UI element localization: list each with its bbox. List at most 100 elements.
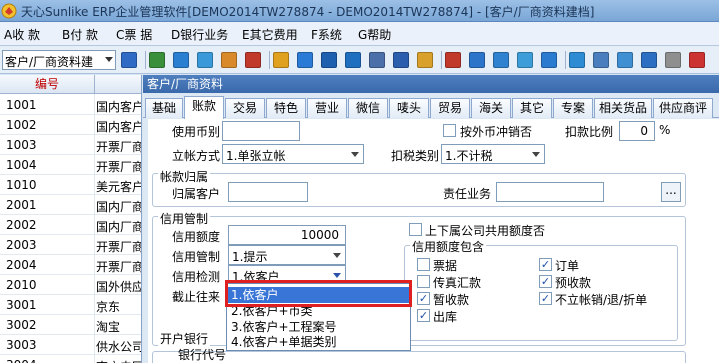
credit-include-label: 传真汇款 bbox=[433, 276, 482, 290]
list-item[interactable]: 2003 开票厂商 bbox=[0, 235, 142, 255]
column-header-code[interactable]: 编号 bbox=[0, 75, 95, 94]
list-item[interactable]: 3001 京东 bbox=[0, 295, 141, 315]
tab-9[interactable]: 其它 bbox=[512, 98, 552, 118]
credit-include-checkbox[interactable] bbox=[417, 258, 430, 271]
tab-10[interactable]: 专案 bbox=[553, 98, 593, 118]
chevron-down-icon[interactable] bbox=[532, 152, 540, 157]
list-item[interactable]: 3003 供水公司 bbox=[0, 335, 141, 355]
chevron-down-icon[interactable] bbox=[333, 273, 341, 278]
credit-limit-input[interactable]: 10000 bbox=[228, 225, 346, 245]
dropdown-option[interactable]: 4.依客户+单据类别 bbox=[228, 334, 409, 350]
tab-2[interactable]: 交易 bbox=[225, 98, 265, 118]
tab-12[interactable]: 供应商评 bbox=[653, 98, 713, 118]
list-item[interactable]: 1004 开票厂商 bbox=[0, 155, 142, 175]
tax-category-select[interactable]: 1.不计税 bbox=[441, 144, 545, 164]
list-item-code: 2002 bbox=[6, 218, 37, 232]
credit-include-checkbox[interactable]: ✓ bbox=[539, 292, 552, 305]
list-header: 编号 bbox=[0, 75, 141, 94]
clock-icon[interactable] bbox=[197, 52, 213, 68]
credit-include-checkbox[interactable]: ✓ bbox=[539, 258, 552, 271]
foreign-offset-checkbox[interactable] bbox=[443, 124, 456, 137]
chart-icon[interactable] bbox=[593, 52, 609, 68]
print-icon[interactable] bbox=[445, 52, 461, 68]
exit-icon[interactable] bbox=[689, 52, 705, 68]
info-icon[interactable] bbox=[321, 52, 337, 68]
list-icon[interactable] bbox=[517, 52, 533, 68]
tab-1[interactable]: 账款 bbox=[184, 96, 224, 119]
module-icon[interactable] bbox=[121, 52, 137, 68]
credit-include-checkbox[interactable]: ✓ bbox=[539, 275, 552, 288]
deduct-ratio-input[interactable]: 0 bbox=[619, 121, 655, 141]
users-icon[interactable] bbox=[273, 52, 289, 68]
cart-icon[interactable] bbox=[393, 52, 409, 68]
settings-icon[interactable] bbox=[569, 52, 585, 68]
list-item-name: 开票厂商 bbox=[96, 160, 142, 174]
chevron-down-icon[interactable] bbox=[351, 152, 359, 157]
tab-11[interactable]: 相关货品 bbox=[594, 98, 652, 118]
credit-control-select[interactable]: 1.提示 bbox=[228, 245, 346, 265]
list-item[interactable]: 3002 淘宝 bbox=[0, 315, 141, 335]
list-item[interactable]: 2010 国外供应 bbox=[0, 275, 141, 295]
foreign-offset-label: 按外币冲销否 bbox=[460, 125, 533, 139]
menu-payables[interactable]: B付 款 bbox=[62, 26, 98, 43]
calendar-icon[interactable] bbox=[493, 52, 509, 68]
list-item[interactable]: 2001 国内厂商 bbox=[0, 195, 141, 215]
app-logo-icon bbox=[1, 3, 17, 19]
home-icon[interactable] bbox=[149, 52, 165, 68]
menu-system[interactable]: F系统 bbox=[311, 26, 342, 43]
menu-help[interactable]: G帮助 bbox=[358, 26, 391, 43]
tab-6[interactable]: 唛头 bbox=[389, 98, 429, 118]
credit-include-checkbox[interactable]: ✓ bbox=[417, 309, 430, 322]
truck-icon[interactable] bbox=[369, 52, 385, 68]
check-icon[interactable] bbox=[541, 52, 557, 68]
list-item-name: 京东 bbox=[96, 300, 121, 314]
tab-3[interactable]: 特色 bbox=[266, 98, 306, 118]
network-icon[interactable] bbox=[617, 52, 633, 68]
chevron-down-icon[interactable] bbox=[333, 253, 341, 258]
document-icon[interactable] bbox=[221, 52, 237, 68]
package-icon[interactable] bbox=[417, 52, 433, 68]
menu-notes[interactable]: C票 据 bbox=[116, 26, 152, 43]
panel-title: 客户/厂商资料 bbox=[143, 75, 719, 93]
credit-include-label: 暂收款 bbox=[433, 293, 470, 307]
percent-sign: % bbox=[659, 123, 671, 137]
list-item-name: 南方电网 bbox=[96, 358, 141, 363]
credit-include-checkbox[interactable]: ✓ bbox=[417, 292, 430, 305]
tab-7[interactable]: 贸易 bbox=[430, 98, 470, 118]
grid-icon[interactable] bbox=[665, 52, 681, 68]
list-item[interactable]: 1001 国内客户 bbox=[0, 95, 141, 115]
book-icon[interactable] bbox=[245, 52, 261, 68]
module-select[interactable]: 客户/厂商资料建 bbox=[2, 50, 116, 70]
list-item[interactable]: 2004 开票厂商 bbox=[0, 255, 141, 275]
list-item[interactable]: 2002 国内厂商 bbox=[0, 215, 141, 235]
dropdown-option[interactable]: 3.依客户+工程案号 bbox=[228, 319, 409, 335]
share-credit-checkbox[interactable] bbox=[409, 223, 422, 236]
link-icon[interactable] bbox=[345, 52, 361, 68]
folder-icon[interactable] bbox=[297, 52, 313, 68]
list-item[interactable]: 1002 国内客户 bbox=[0, 115, 142, 135]
tab-0[interactable]: 基础 bbox=[145, 98, 183, 118]
responsible-input[interactable] bbox=[496, 182, 604, 202]
chevron-down-icon[interactable] bbox=[105, 57, 113, 62]
tab-8[interactable]: 海关 bbox=[471, 98, 511, 118]
list-item[interactable]: 3004 南方电网 bbox=[0, 355, 141, 363]
account-method-select[interactable]: 1.单张立帐 bbox=[222, 144, 364, 164]
currency-input[interactable] bbox=[222, 121, 300, 141]
tag-icon[interactable] bbox=[641, 52, 657, 68]
window-title: 天心Sunlike ERP企业管理软件[DEMO2014TW278874 - D… bbox=[21, 5, 595, 19]
currency-label: 使用币别 bbox=[172, 125, 221, 139]
menu-other-expenses[interactable]: E其它费用 bbox=[242, 26, 298, 43]
tab-5[interactable]: 微信 bbox=[348, 98, 388, 118]
tab-4[interactable]: 营业 bbox=[307, 98, 347, 118]
list-item[interactable]: 1003 开票厂商 bbox=[0, 135, 141, 155]
list-item-name: 国内客户 bbox=[96, 120, 142, 134]
credit-include-checkbox[interactable] bbox=[417, 275, 430, 288]
refresh-icon[interactable] bbox=[173, 52, 189, 68]
owner-customer-input[interactable] bbox=[228, 182, 308, 202]
menu-banking[interactable]: D银行业务 bbox=[171, 26, 228, 43]
browse-button[interactable]: ... bbox=[661, 182, 681, 202]
list-item-name: 开票厂商 bbox=[96, 240, 142, 254]
menu-receivables[interactable]: A收 款 bbox=[4, 26, 40, 43]
list-item[interactable]: 1010 美元客户 bbox=[0, 175, 141, 195]
notebook-icon[interactable] bbox=[469, 52, 485, 68]
